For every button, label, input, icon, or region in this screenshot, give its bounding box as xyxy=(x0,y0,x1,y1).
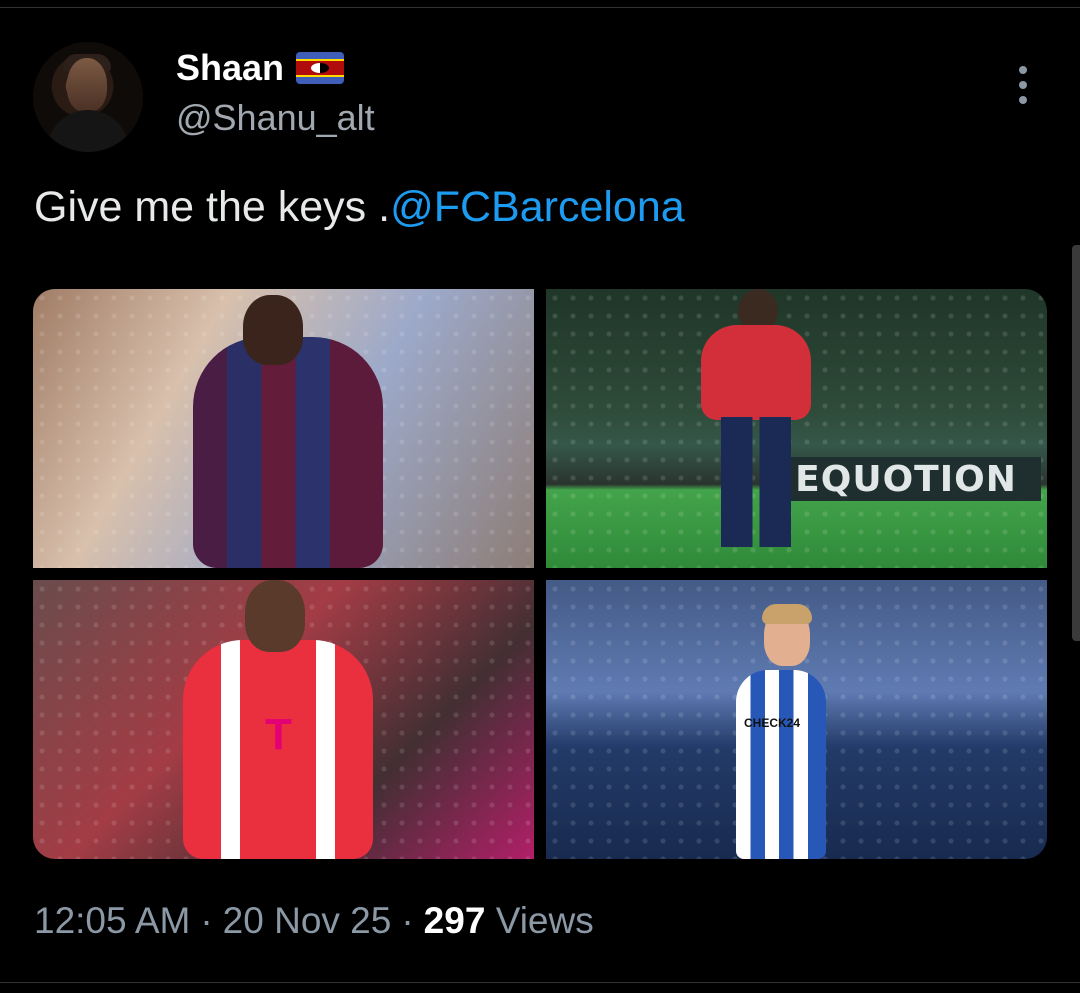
jersey-sponsor-text: CHECK24 xyxy=(744,716,801,730)
views-label: Views xyxy=(495,900,594,941)
media-image-4[interactable]: CHECK24 xyxy=(546,580,1047,859)
more-dot-icon xyxy=(1019,66,1027,74)
meta-separator: · xyxy=(401,900,414,941)
tweet-text-prefix: Give me the keys . xyxy=(34,183,391,231)
author-handle[interactable]: @Shanu_alt xyxy=(176,100,375,136)
more-dot-icon xyxy=(1019,96,1027,104)
display-name[interactable]: Shaan xyxy=(176,50,284,86)
tweet-date[interactable]: 20 Nov 25 xyxy=(223,900,392,942)
scrollbar[interactable] xyxy=(1072,245,1080,641)
meta-separator: · xyxy=(200,900,213,941)
bottom-divider xyxy=(0,982,1080,983)
more-options-button[interactable] xyxy=(1008,62,1038,108)
crowd-background xyxy=(546,289,1047,568)
tweet-time[interactable]: 12:05 AM xyxy=(34,900,190,942)
media-image-1[interactable] xyxy=(33,289,534,568)
more-dot-icon xyxy=(1019,81,1027,89)
view-count[interactable]: 297 xyxy=(424,900,486,941)
top-divider xyxy=(0,7,1080,8)
author-name-row[interactable]: Shaan xyxy=(176,50,345,86)
avatar-shirt xyxy=(47,110,129,152)
eswatini-flag-icon xyxy=(296,52,345,84)
tweet-meta: 12:05 AM · 20 Nov 25 · 297 Views xyxy=(34,900,594,942)
avatar-face xyxy=(67,58,107,112)
media-image-2[interactable]: EQUOTION xyxy=(546,289,1047,568)
jersey-sponsor-mark: T xyxy=(265,710,292,759)
mention-link[interactable]: @FCBarcelona xyxy=(390,183,685,231)
tweet-text: Give me the keys .@FCBarcelona xyxy=(34,183,685,231)
advertising-board: EQUOTION xyxy=(771,457,1041,501)
avatar[interactable] xyxy=(33,42,143,152)
media-grid[interactable]: EQUOTION T CHECK24 xyxy=(33,289,1047,859)
media-image-3[interactable]: T xyxy=(33,580,534,859)
